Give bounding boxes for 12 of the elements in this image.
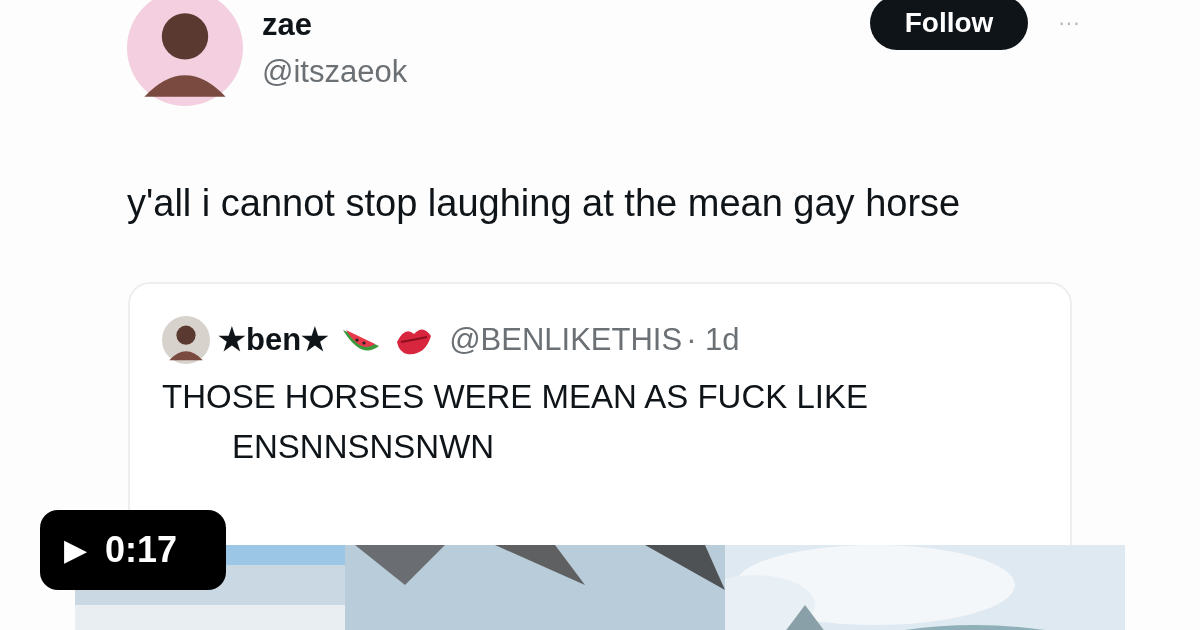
play-icon: ▶ [64, 535, 87, 565]
author-name: ★ben★ [218, 320, 330, 359]
quoted-text: THOSE HORSES WERE MEAN AS FUCK LIKE [162, 377, 869, 417]
follow-button[interactable]: Follow [870, 0, 1028, 50]
duration-text: 0:17 [105, 532, 178, 568]
video-duration-badge[interactable]: ▶ 0:17 [40, 510, 226, 590]
author-name: zae [262, 6, 313, 44]
author-handle: @itszaeok [262, 53, 408, 91]
post-time: · 1d [686, 320, 740, 359]
quoted-handle: @BENLIKETHIS [449, 320, 683, 359]
post-text: y'all i cannot stop laughing at the mean gay horse [127, 181, 962, 226]
quoted-text: ENSNNSNSNWN [231, 427, 496, 467]
